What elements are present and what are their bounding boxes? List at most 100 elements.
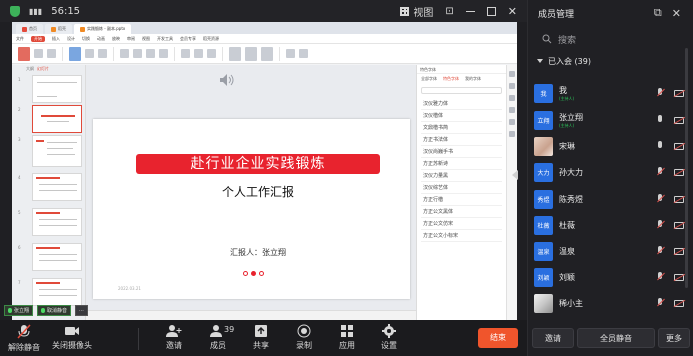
member-search-input[interactable]: 搜索 bbox=[536, 30, 685, 48]
mute-all-button[interactable]: 全员静音 bbox=[577, 328, 655, 348]
maximize-icon[interactable] bbox=[486, 6, 496, 16]
current-slide[interactable]: 赴行业企业实践锻炼 个人工作汇报 汇报人：张立翔 2022.03.21 bbox=[93, 119, 410, 299]
new-slide-icon[interactable] bbox=[69, 46, 81, 61]
menu-transition[interactable]: 切换 bbox=[82, 36, 90, 42]
menu-start[interactable]: 开始 bbox=[31, 35, 45, 42]
font-list-item[interactable]: 汉仪综艺体 bbox=[421, 182, 502, 194]
menu-animation[interactable]: 动画 bbox=[97, 36, 105, 42]
muted-mic-icon[interactable] bbox=[656, 272, 665, 282]
panel-search[interactable] bbox=[421, 87, 502, 94]
member-row[interactable]: 秀煜 陈秀煜 bbox=[534, 189, 686, 209]
wps-tab-daoke[interactable]: 稻壳 bbox=[45, 24, 72, 34]
member-row[interactable]: 我 我 (主持人) bbox=[534, 83, 686, 103]
invite-button[interactable]: 邀请 bbox=[166, 324, 182, 351]
font-color-icon[interactable] bbox=[159, 49, 168, 58]
arrange-icon[interactable] bbox=[261, 46, 273, 61]
camera-off-icon[interactable] bbox=[674, 116, 684, 124]
menu-view[interactable]: 视图 bbox=[142, 36, 150, 42]
muted-mic-icon[interactable] bbox=[656, 220, 665, 230]
font-list-item[interactable]: 汉仪尚巍手书 bbox=[421, 146, 502, 158]
camera-off-icon[interactable] bbox=[674, 247, 684, 255]
find-icon[interactable] bbox=[286, 49, 295, 58]
more-chip[interactable]: ··· bbox=[75, 305, 88, 316]
camera-off-icon[interactable] bbox=[674, 195, 684, 203]
camera-off-icon[interactable] bbox=[674, 89, 684, 97]
replace-icon[interactable] bbox=[299, 49, 308, 58]
font-list-item[interactable]: 方正公文仿宋 bbox=[421, 218, 502, 230]
slide-thumbnail[interactable] bbox=[32, 75, 82, 103]
menu-member[interactable]: 会员专享 bbox=[180, 36, 196, 42]
slides-tab[interactable]: 幻灯片 bbox=[37, 66, 49, 72]
cut-icon[interactable] bbox=[34, 49, 43, 58]
font-list-item[interactable]: 文鼎楷书简 bbox=[421, 122, 502, 134]
muted-mic-icon[interactable] bbox=[656, 246, 665, 256]
underline-icon[interactable] bbox=[146, 49, 155, 58]
font-list-item[interactable]: 方正苏新诗 bbox=[421, 158, 502, 170]
font-list-item[interactable]: 方正行楷 bbox=[421, 194, 502, 206]
pin-icon[interactable]: ⊡ bbox=[445, 6, 453, 17]
slide-thumbnail[interactable] bbox=[32, 173, 82, 201]
apps-button[interactable]: 应用 bbox=[339, 324, 355, 351]
muted-mic-icon[interactable] bbox=[656, 194, 665, 204]
font-list-item[interactable]: 方正公文黑体 bbox=[421, 206, 502, 218]
end-meeting-button[interactable]: 结束 bbox=[478, 328, 518, 348]
member-row[interactable]: 宋琳 bbox=[534, 136, 686, 156]
unmute-button[interactable]: 解除静音 bbox=[8, 324, 40, 353]
camera-off-icon[interactable] bbox=[674, 142, 684, 150]
participant-chip[interactable]: 张立翔 bbox=[4, 305, 34, 316]
invite-member-button[interactable]: 邀请 bbox=[532, 328, 574, 348]
slide-thumbnail-selected[interactable] bbox=[32, 105, 82, 133]
member-row[interactable]: 杜薇 杜薇 bbox=[534, 215, 686, 235]
menu-resources[interactable]: 稻壳资源 bbox=[203, 36, 219, 42]
camera-off-icon[interactable] bbox=[674, 299, 684, 307]
font-list-item[interactable]: 方正书法体 bbox=[421, 134, 502, 146]
muted-mic-icon[interactable] bbox=[656, 88, 665, 98]
paste-icon[interactable] bbox=[18, 46, 30, 61]
collapse-panel-arrow-icon[interactable] bbox=[512, 170, 518, 180]
wps-tab-home[interactable]: 首页 bbox=[16, 24, 43, 34]
slide-thumbnail[interactable] bbox=[32, 135, 82, 167]
camera-button[interactable]: 关闭摄像头 bbox=[52, 324, 92, 351]
menu-file[interactable]: 文件 bbox=[16, 36, 24, 42]
layout-icon[interactable] bbox=[85, 49, 94, 58]
member-row[interactable]: 温泉 温泉 bbox=[534, 241, 686, 261]
members-scrollbar[interactable] bbox=[685, 48, 688, 288]
muted-mic-icon[interactable] bbox=[656, 298, 665, 308]
font-list-item[interactable]: 方正公文小标宋 bbox=[421, 230, 502, 242]
outline-tab[interactable]: 大纲 bbox=[26, 66, 34, 72]
security-shield-icon[interactable] bbox=[10, 5, 20, 17]
more-button[interactable]: 更多 bbox=[658, 328, 690, 348]
align-center-icon[interactable] bbox=[194, 49, 203, 58]
unmute-chip[interactable]: 取消静音 bbox=[37, 305, 72, 316]
menu-design[interactable]: 设计 bbox=[67, 36, 75, 42]
member-row[interactable]: 稀小主 bbox=[534, 293, 686, 313]
popout-icon[interactable]: ⧉ bbox=[654, 6, 662, 20]
textbox-icon[interactable] bbox=[229, 46, 241, 61]
slide-thumbnail[interactable] bbox=[32, 278, 82, 306]
record-button[interactable]: 录制 bbox=[296, 324, 312, 351]
muted-mic-icon[interactable] bbox=[656, 167, 665, 177]
font-list-item[interactable]: 汉仪楷体 bbox=[421, 110, 502, 122]
wps-tab-document[interactable]: 实践锻炼 - 副本.pptx bbox=[74, 24, 132, 34]
mic-icon[interactable] bbox=[656, 115, 664, 125]
italic-icon[interactable] bbox=[133, 49, 142, 58]
member-row[interactable]: 立翔 张立翔 (主持人) bbox=[534, 110, 686, 130]
minimize-icon[interactable] bbox=[465, 10, 475, 12]
menu-insert[interactable]: 插入 bbox=[52, 36, 60, 42]
camera-off-icon[interactable] bbox=[674, 221, 684, 229]
font-list-item[interactable]: 汉仪雅力体 bbox=[421, 98, 502, 110]
copy-icon[interactable] bbox=[47, 49, 56, 58]
align-right-icon[interactable] bbox=[207, 49, 216, 58]
menu-review[interactable]: 审阅 bbox=[127, 36, 135, 42]
bold-icon[interactable] bbox=[120, 49, 129, 58]
camera-off-icon[interactable] bbox=[674, 168, 684, 176]
close-window-icon[interactable]: ✕ bbox=[508, 5, 517, 18]
slide-thumbnail[interactable] bbox=[32, 208, 82, 236]
joined-group-header[interactable]: 已入会 (39) bbox=[528, 54, 693, 68]
menu-dev[interactable]: 开发工具 bbox=[157, 36, 173, 42]
slide-thumbnail[interactable] bbox=[32, 243, 82, 271]
shape-icon[interactable] bbox=[245, 46, 257, 61]
menu-slideshow[interactable]: 放映 bbox=[112, 36, 120, 42]
font-list-item[interactable]: 汉仪力量黑 bbox=[421, 170, 502, 182]
view-button[interactable]: 视图 bbox=[400, 4, 433, 19]
